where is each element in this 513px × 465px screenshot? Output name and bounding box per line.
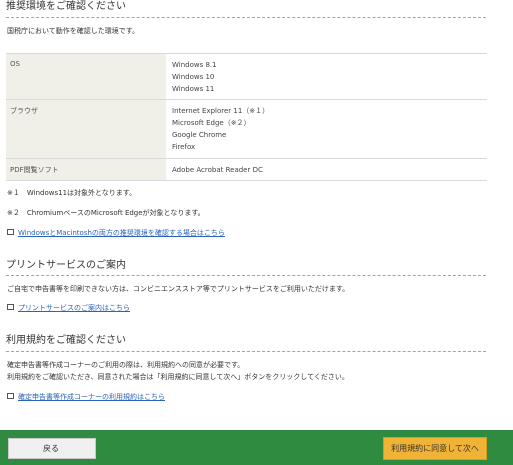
browser-value: Microsoft Edge（※２） <box>172 119 251 127</box>
terms-link[interactable]: 確定申告書等作成コーナーの利用規約はこちら <box>7 392 165 403</box>
os-value: Windows 10 <box>172 73 215 81</box>
note-2: ※２ ChromiumベースのMicrosoft Edgeが対象となります。 <box>7 209 205 217</box>
terms-link-text[interactable]: 確定申告書等作成コーナーの利用規約はこちら <box>18 393 165 401</box>
footer-bar: 戻る 利用規約に同意して次へ <box>0 430 513 465</box>
browser-value: Internet Explorer 11（※１） <box>172 107 270 115</box>
window-icon <box>7 304 14 310</box>
print-link-text[interactable]: プリントサービスのご案内はこちら <box>18 304 130 312</box>
os-value: Windows 11 <box>172 85 215 93</box>
os-values: Windows 8.1 Windows 10 Windows 11 <box>166 53 487 100</box>
section-divider <box>6 17 486 18</box>
back-button[interactable]: 戻る <box>8 438 96 459</box>
agree-next-button[interactable]: 利用規約に同意して次へ <box>383 437 487 460</box>
environment-table: OS Windows 8.1 Windows 10 Windows 11 ブラウ… <box>6 53 487 181</box>
table-row: OS Windows 8.1 Windows 10 Windows 11 <box>6 53 487 100</box>
window-icon <box>7 229 14 235</box>
pdf-label: PDF閲覧ソフト <box>6 158 166 181</box>
env-intro-text: 国税庁において動作を確認した環境です。 <box>7 27 140 35</box>
main-content: 推奨環境をご確認ください 国税庁において動作を確認した環境です。 OS Wind… <box>0 0 513 430</box>
os-label: OS <box>6 53 166 100</box>
browser-label: ブラウザ <box>6 99 166 159</box>
pdf-value: Adobe Acrobat Reader DC <box>172 166 263 174</box>
pdf-values: Adobe Acrobat Reader DC <box>166 158 487 181</box>
window-icon <box>7 393 14 399</box>
print-text: ご自宅で申告書等を印刷できない方は、コンビニエンスストア等でプリントサービスをご… <box>7 285 350 293</box>
browser-value: Google Chrome <box>172 131 227 139</box>
section-divider <box>6 351 486 352</box>
terms-text-1: 確定申告書等作成コーナーのご利用の際は、利用規約への同意が必要です。 <box>7 361 245 369</box>
terms-text-2: 利用規約をご確認いただき、同意された場合は「利用規約に同意して次へ」ボタンをクリ… <box>7 373 349 381</box>
section-divider <box>6 275 486 276</box>
env-section-title: 推奨環境をご確認ください <box>6 1 126 12</box>
table-row: PDF閲覧ソフト Adobe Acrobat Reader DC <box>6 158 487 181</box>
terms-section-title: 利用規約をご確認ください <box>6 335 126 346</box>
os-value: Windows 8.1 <box>172 61 217 69</box>
print-link[interactable]: プリントサービスのご案内はこちら <box>7 303 130 314</box>
env-link[interactable]: WindowsとMacintoshの両方の推奨環境を確認する場合はこちら <box>7 228 225 239</box>
print-section-title: プリントサービスのご案内 <box>6 260 126 271</box>
table-row: ブラウザ Internet Explorer 11（※１） Microsoft … <box>6 99 487 159</box>
note-1: ※１ Windows11は対象外となります。 <box>7 189 137 197</box>
browser-values: Internet Explorer 11（※１） Microsoft Edge（… <box>166 99 487 159</box>
env-link-text[interactable]: WindowsとMacintoshの両方の推奨環境を確認する場合はこちら <box>18 229 225 237</box>
browser-value: Firefox <box>172 143 196 151</box>
